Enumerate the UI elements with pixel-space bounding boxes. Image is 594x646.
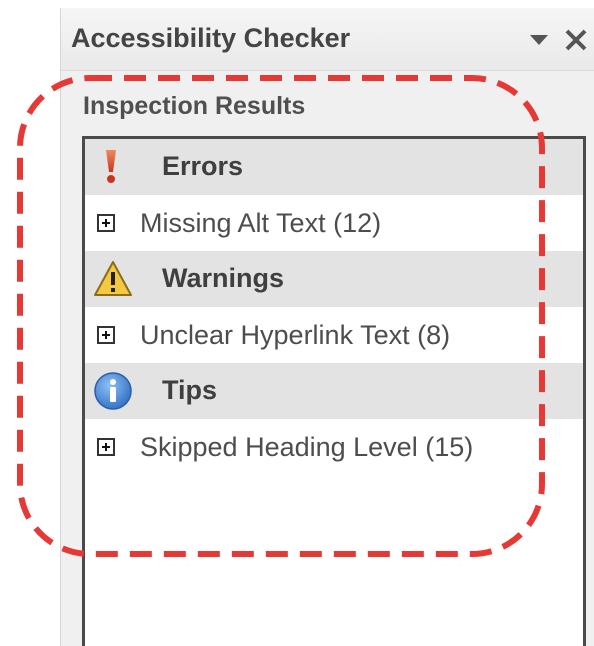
category-header-errors: Errors <box>85 139 583 195</box>
accessibility-checker-pane: Accessibility Checker Inspection Results <box>60 8 594 646</box>
issue-row-missing-alt-text[interactable]: Missing Alt Text (12) <box>85 195 583 251</box>
issue-label: Missing Alt Text (12) <box>140 208 382 238</box>
pane-title-bar: Accessibility Checker <box>61 8 594 71</box>
category-label-tips: Tips <box>162 375 218 405</box>
warning-triangle-icon <box>94 261 132 296</box>
issue-row-skipped-heading-level[interactable]: Skipped Heading Level (15) <box>85 419 583 475</box>
inspection-results-heading: Inspection Results <box>83 92 306 120</box>
issue-label: Unclear Hyperlink Text (8) <box>140 320 451 350</box>
pane-title: Accessibility Checker <box>71 23 351 53</box>
expand-plus-icon[interactable] <box>97 214 115 232</box>
issue-row-unclear-hyperlink-text[interactable]: Unclear Hyperlink Text (8) <box>85 307 583 363</box>
category-header-tips: Tips <box>85 363 583 419</box>
category-header-warnings: Warnings <box>85 251 583 307</box>
info-icon <box>94 372 132 410</box>
dropdown-triangle-icon[interactable] <box>527 27 551 51</box>
expand-plus-icon[interactable] <box>97 326 115 344</box>
screenshot-stage: Accessibility Checker Inspection Results <box>0 0 594 646</box>
category-label-warnings: Warnings <box>162 263 285 293</box>
expand-plus-icon[interactable] <box>97 438 115 456</box>
error-exclamation-icon <box>106 150 116 183</box>
inspection-results-list[interactable]: Errors Missing Alt Text (12) Warnings Un… <box>82 136 586 646</box>
close-icon[interactable] <box>563 27 589 53</box>
issue-label: Skipped Heading Level (15) <box>140 432 474 462</box>
category-label-errors: Errors <box>162 151 244 181</box>
